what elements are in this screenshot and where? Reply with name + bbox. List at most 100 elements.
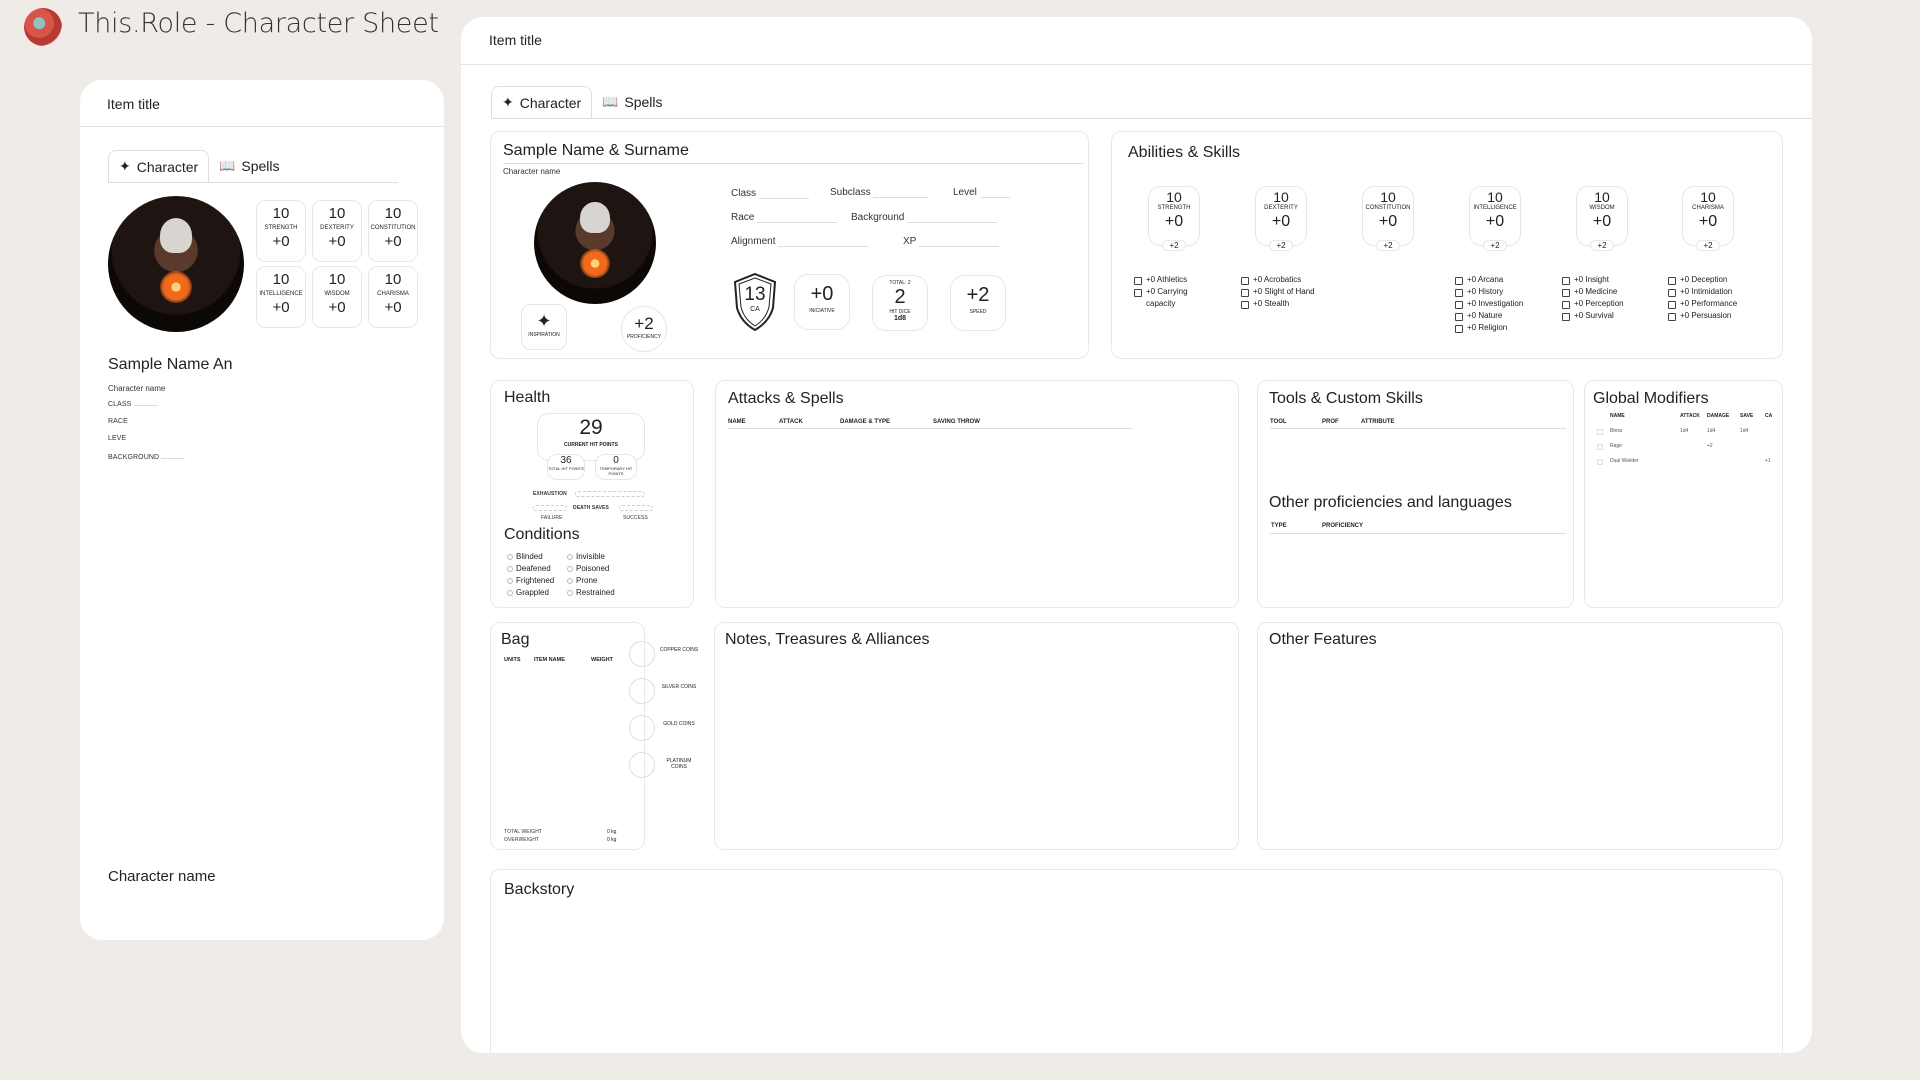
checkbox[interactable] xyxy=(1597,429,1603,435)
condition-invisible[interactable]: Invisible xyxy=(567,551,605,563)
death-save-successes[interactable] xyxy=(619,505,653,511)
skill-item[interactable]: +0 Deception xyxy=(1668,274,1768,286)
checkbox[interactable] xyxy=(1241,277,1249,285)
notes-card[interactable]: Notes, Treasures & Alliances xyxy=(714,622,1239,850)
checkbox[interactable] xyxy=(1668,313,1676,321)
hit-dice[interactable]: TOTAL: 2 2 HIT DICE 1d8 xyxy=(872,275,928,331)
checkbox[interactable] xyxy=(1668,289,1676,297)
condition-deafened[interactable]: Deafened xyxy=(507,563,551,575)
condition-frightened[interactable]: Frightened xyxy=(507,575,554,587)
checkbox[interactable] xyxy=(1455,325,1463,333)
armor-class[interactable]: 13 CA xyxy=(731,272,779,332)
tab-character[interactable]: ✦ Character xyxy=(108,150,210,182)
table-row[interactable]: Rage +2 xyxy=(1585,442,1784,454)
ability-intelligence[interactable]: 10 INTELLIGENCE +0 +2 xyxy=(1469,186,1521,251)
ability-dexterity[interactable]: 10 DEXTERITY +0 +2 xyxy=(1255,186,1307,251)
stat-strength[interactable]: 10 STRENGTH +0 xyxy=(256,200,306,262)
condition-restrained[interactable]: Restrained xyxy=(567,587,615,599)
checkbox[interactable] xyxy=(1597,459,1603,465)
saving-throw[interactable]: +2 xyxy=(1696,240,1720,251)
stat-wisdom[interactable]: 10 WISDOM +0 xyxy=(312,266,362,328)
checkbox[interactable] xyxy=(1455,289,1463,297)
checkbox[interactable] xyxy=(1455,277,1463,285)
skill-item[interactable]: +0 Slight of Hand xyxy=(1241,286,1341,298)
checkbox[interactable] xyxy=(1134,289,1142,297)
other-features-card[interactable]: Other Features xyxy=(1257,622,1783,850)
coin-input[interactable] xyxy=(629,678,655,704)
field-background[interactable]: BACKGROUND xyxy=(108,454,186,461)
checkbox[interactable] xyxy=(1668,301,1676,309)
table-row[interactable]: Dual Wielder +1 xyxy=(1585,457,1784,469)
checkbox[interactable] xyxy=(1241,289,1249,297)
checkbox[interactable] xyxy=(1562,301,1570,309)
backstory-card[interactable]: Backstory xyxy=(490,869,1783,1053)
condition-grappled[interactable]: Grappled xyxy=(507,587,549,599)
field-background[interactable]: Background xyxy=(851,212,998,223)
checkbox[interactable] xyxy=(1562,277,1570,285)
skill-item[interactable]: +0 Insight xyxy=(1562,274,1662,286)
skill-item[interactable]: +0 Nature xyxy=(1455,310,1555,322)
exhaustion-track[interactable] xyxy=(575,491,645,497)
temp-hp[interactable]: 0 TEMPORARY HIT POINTS xyxy=(595,454,637,480)
field-race[interactable]: RACE xyxy=(108,418,128,425)
coin-input[interactable] xyxy=(629,715,655,741)
condition-prone[interactable]: Prone xyxy=(567,575,597,587)
checkbox[interactable] xyxy=(1562,289,1570,297)
field-xp[interactable]: XP xyxy=(903,236,999,247)
table-row[interactable]: Bless 1d4 1d4 1d4 xyxy=(1585,427,1784,439)
field-level[interactable]: Level xyxy=(953,187,1010,198)
checkbox[interactable] xyxy=(1455,301,1463,309)
death-save-failures[interactable] xyxy=(533,505,567,511)
stat-charisma[interactable]: 10 CHARISMA +0 xyxy=(368,266,418,328)
initiative[interactable]: +0 INICIATIVE xyxy=(794,274,850,330)
tab-spells[interactable]: 📖 Spells xyxy=(209,150,289,182)
checkbox[interactable] xyxy=(1562,313,1570,321)
skill-item[interactable]: +0 Survival xyxy=(1562,310,1662,322)
saving-throw[interactable]: +2 xyxy=(1376,240,1400,251)
field-subclass[interactable]: Subclass xyxy=(830,187,929,198)
skill-item[interactable]: +0 Acrobatics xyxy=(1241,274,1341,286)
skill-item[interactable]: +0 History xyxy=(1455,286,1555,298)
saving-throw[interactable]: +2 xyxy=(1590,240,1614,251)
radio[interactable] xyxy=(507,578,513,584)
stat-dexterity[interactable]: 10 DEXTERITY +0 xyxy=(312,200,362,262)
skill-item[interactable]: +0 Intimidation xyxy=(1668,286,1768,298)
skill-item[interactable]: +0 Medicine xyxy=(1562,286,1662,298)
field-class[interactable]: Class xyxy=(731,188,809,199)
radio[interactable] xyxy=(567,590,573,596)
checkbox[interactable] xyxy=(1455,313,1463,321)
skill-item[interactable]: +0 Carrying capacity xyxy=(1134,286,1204,310)
ability-charisma[interactable]: 10 CHARISMA +0 +2 xyxy=(1682,186,1734,251)
checkbox[interactable] xyxy=(1134,277,1142,285)
skill-item[interactable]: +0 Investigation xyxy=(1455,298,1555,310)
stat-constitution[interactable]: 10 CONSTITUTION +0 xyxy=(368,200,418,262)
skill-item[interactable]: +0 Arcana xyxy=(1455,274,1555,286)
coin-input[interactable] xyxy=(629,752,655,778)
skill-item[interactable]: +0 Athletics xyxy=(1134,274,1204,286)
skill-item[interactable]: +0 Perception xyxy=(1562,298,1662,310)
saving-throw[interactable]: +2 xyxy=(1269,240,1293,251)
skill-item[interactable]: +0 Religion xyxy=(1455,322,1555,334)
radio[interactable] xyxy=(567,554,573,560)
skill-item[interactable]: +0 Persuasion xyxy=(1668,310,1768,322)
radio[interactable] xyxy=(507,554,513,560)
total-hp[interactable]: 36 TOTAL HIT POINTS xyxy=(547,454,585,480)
checkbox[interactable] xyxy=(1241,301,1249,309)
skill-item[interactable]: +0 Performance xyxy=(1668,298,1768,310)
avatar[interactable] xyxy=(108,196,244,332)
character-name[interactable]: Sample Name An xyxy=(108,356,233,374)
coin-input[interactable] xyxy=(629,641,655,667)
field-level[interactable]: LEVE xyxy=(108,435,126,442)
stat-intelligence[interactable]: 10 INTELLIGENCE +0 xyxy=(256,266,306,328)
checkbox[interactable] xyxy=(1668,277,1676,285)
radio[interactable] xyxy=(567,566,573,572)
tab-spells[interactable]: 📖 Spells xyxy=(592,86,672,118)
ability-strength[interactable]: 10 STRENGTH +0 +2 xyxy=(1148,186,1200,251)
proficiency[interactable]: +2 PROFICIENCY xyxy=(621,306,667,352)
avatar[interactable] xyxy=(534,182,656,304)
ability-wisdom[interactable]: 10 WISDOM +0 +2 xyxy=(1576,186,1628,251)
inspiration[interactable]: ✦ INSPIRATION xyxy=(521,304,567,350)
skill-item[interactable]: +0 Stealth xyxy=(1241,298,1341,310)
character-name[interactable]: Sample Name & Surname xyxy=(503,142,689,160)
radio[interactable] xyxy=(567,578,573,584)
